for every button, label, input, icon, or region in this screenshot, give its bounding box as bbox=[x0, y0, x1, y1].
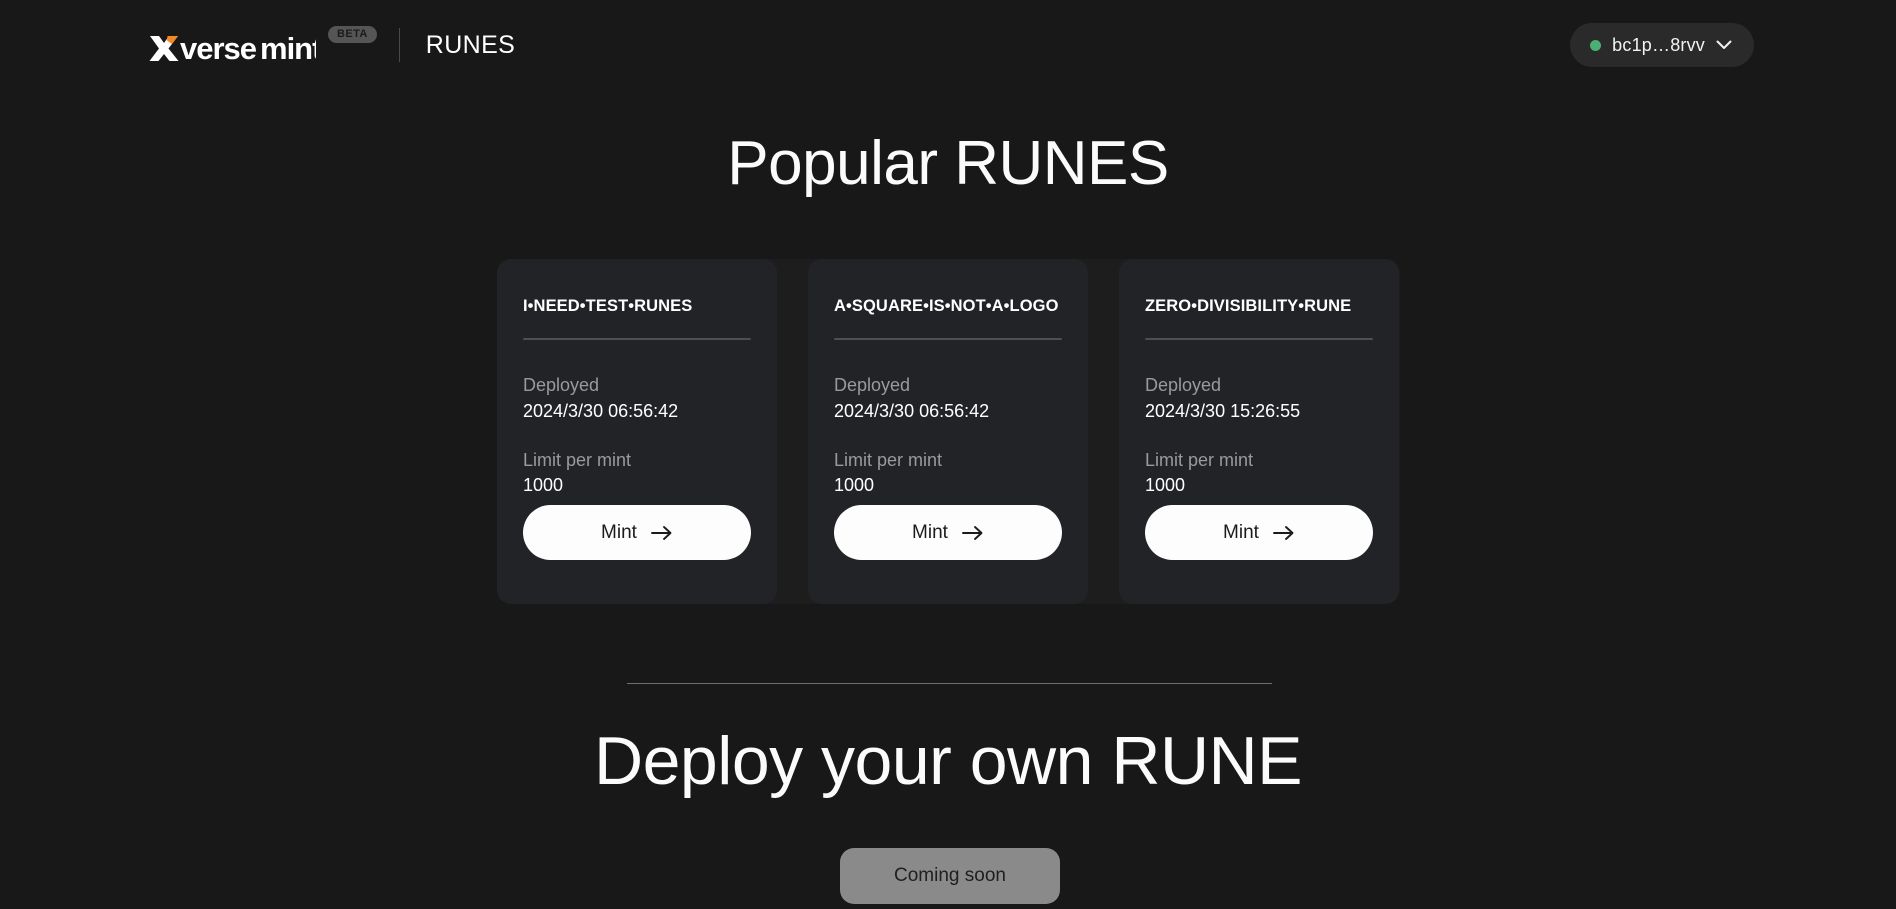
arrow-right-icon bbox=[962, 525, 983, 540]
app-header: verse mint BETA RUNES bc1p…8rvv bbox=[0, 0, 1896, 90]
rune-name: A•SQUARE•IS•NOT•A•LOGO bbox=[834, 297, 1059, 315]
rune-card[interactable]: I•NEED•TEST•RUNES Deployed 2024/3/30 06:… bbox=[497, 259, 777, 604]
limit-field: Limit per mint 1000 bbox=[1145, 449, 1373, 498]
rune-card-list: I•NEED•TEST•RUNES Deployed 2024/3/30 06:… bbox=[497, 259, 1399, 604]
svg-text:verse: verse bbox=[180, 31, 257, 62]
arrow-right-icon bbox=[651, 525, 672, 540]
mint-button[interactable]: Mint bbox=[523, 505, 751, 560]
rune-card[interactable]: A•SQUARE•IS•NOT•A•LOGO Deployed 2024/3/3… bbox=[808, 259, 1088, 604]
limit-field: Limit per mint 1000 bbox=[523, 449, 751, 498]
card-divider bbox=[834, 338, 1062, 340]
limit-label: Limit per mint bbox=[834, 449, 943, 470]
limit-label: Limit per mint bbox=[523, 449, 632, 470]
mint-button-label: Mint bbox=[1223, 521, 1259, 543]
rune-name: ZERO•DIVISIBILITY•RUNE bbox=[1145, 297, 1352, 315]
mint-button[interactable]: Mint bbox=[834, 505, 1062, 560]
beta-badge: BETA bbox=[328, 25, 377, 43]
wallet-connect-button[interactable]: bc1p…8rvv bbox=[1570, 23, 1754, 67]
header-divider bbox=[398, 28, 400, 62]
wallet-address: bc1p…8rvv bbox=[1612, 34, 1705, 55]
chevron-down-icon bbox=[1716, 40, 1732, 49]
logo-icon: verse mint bbox=[149, 31, 316, 62]
deployed-field: Deployed 2024/3/30 15:26:55 bbox=[1145, 374, 1373, 423]
section-title-runes: RUNES bbox=[425, 30, 516, 59]
mint-button[interactable]: Mint bbox=[1145, 505, 1373, 560]
popular-runes-container: I•NEED•TEST•RUNES Deployed 2024/3/30 06:… bbox=[497, 259, 1400, 604]
xverse-mint-logo[interactable]: verse mint BETA bbox=[148, 25, 377, 62]
deployed-label: Deployed bbox=[1145, 375, 1222, 395]
limit-value: 1000 bbox=[523, 475, 564, 496]
mint-button-label: Mint bbox=[912, 521, 948, 543]
deployed-value: 2024/3/30 06:56:42 bbox=[834, 400, 990, 421]
deployed-label: Deployed bbox=[834, 375, 911, 395]
section-separator bbox=[627, 683, 1272, 684]
limit-label: Limit per mint bbox=[1145, 449, 1254, 470]
page-title: Popular RUNES bbox=[727, 129, 1169, 198]
brand-group: verse mint BETA RUNES bbox=[148, 15, 515, 75]
svg-text:mint: mint bbox=[260, 31, 316, 62]
coming-soon-button[interactable]: Coming soon bbox=[840, 848, 1060, 904]
deploy-section-title: Deploy your own RUNE bbox=[593, 723, 1303, 799]
card-divider bbox=[523, 338, 751, 340]
deployed-value: 2024/3/30 06:56:42 bbox=[523, 400, 679, 421]
limit-value: 1000 bbox=[834, 475, 875, 496]
deployed-field: Deployed 2024/3/30 06:56:42 bbox=[523, 374, 751, 423]
card-divider bbox=[1145, 338, 1373, 340]
mint-button-label: Mint bbox=[601, 521, 637, 543]
rune-card[interactable]: ZERO•DIVISIBILITY•RUNE Deployed 2024/3/3… bbox=[1119, 259, 1399, 604]
deployed-value: 2024/3/30 15:26:55 bbox=[1145, 400, 1301, 421]
deployed-label: Deployed bbox=[523, 375, 600, 395]
rune-name: I•NEED•TEST•RUNES bbox=[523, 297, 693, 315]
deployed-field: Deployed 2024/3/30 06:56:42 bbox=[834, 374, 1062, 423]
arrow-right-icon bbox=[1273, 525, 1294, 540]
limit-value: 1000 bbox=[1145, 475, 1186, 496]
limit-field: Limit per mint 1000 bbox=[834, 449, 1062, 498]
status-dot-icon bbox=[1590, 39, 1602, 51]
